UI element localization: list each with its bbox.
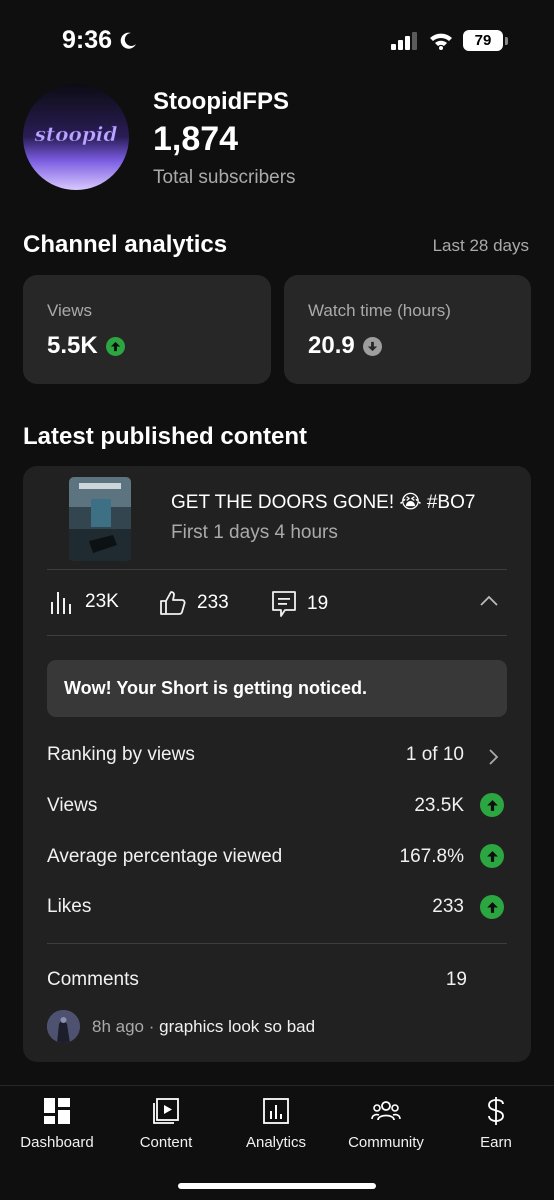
views-stat-value-row: 5.5K (47, 332, 125, 360)
channel-logo: stoopid (23, 84, 129, 190)
subscriber-label: Total subscribers (153, 167, 296, 188)
home-indicator[interactable] (178, 1183, 376, 1189)
comments-metric: 19 (271, 590, 328, 618)
clock-text: 9:36 (62, 26, 113, 54)
dashboard-icon (44, 1098, 70, 1124)
nav-label-analytics: Analytics (245, 1134, 307, 1151)
nav-item-analytics[interactable]: Analytics (221, 1096, 331, 1151)
arrow-up-icon (480, 895, 504, 919)
moon-icon (120, 32, 137, 49)
bar-chart-icon (51, 592, 71, 614)
comments-metric-value: 19 (307, 593, 329, 614)
video-thumbnail[interactable] (69, 477, 131, 561)
nav-item-dashboard[interactable]: Dashboard (2, 1096, 112, 1151)
commenter-avatar[interactable] (47, 1010, 80, 1043)
watch-time-stat-value: 20.9 (308, 332, 355, 359)
divider (47, 635, 507, 636)
likes-metric: 233 (159, 590, 229, 616)
views-stat-label: Views (47, 301, 93, 320)
views-stat-value: 5.5K (47, 332, 98, 359)
divider (47, 943, 507, 944)
comment-separator: · (148, 1017, 155, 1036)
likes-row-label: Likes (47, 896, 92, 917)
views-metric-value: 23K (85, 591, 119, 612)
comments-row-count: 19 (445, 969, 467, 990)
subscriber-count: 1,874 (153, 120, 239, 158)
comment-time: 8h ago (92, 1017, 144, 1036)
ranking-row-label[interactable]: Ranking by views (47, 744, 195, 766)
likes-metric-value: 233 (197, 592, 229, 613)
latest-content-title: Latest published content (23, 423, 308, 450)
chevron-right-icon[interactable] (487, 748, 499, 766)
latest-comment[interactable]: 8h ago · graphics look so bad (92, 1017, 315, 1037)
wifi-icon (430, 33, 452, 50)
nav-label-content: Content (139, 1134, 193, 1151)
watch-time-stat-card[interactable]: Watch time (hours) 20.9 (284, 275, 531, 384)
arrow-up-icon (480, 793, 504, 817)
channel-name: StoopidFPS (153, 88, 289, 115)
views-row-label: Views (47, 795, 98, 816)
nav-label-dashboard: Dashboard (20, 1134, 94, 1151)
nav-item-content[interactable]: Content (111, 1096, 221, 1151)
comment-icon (272, 591, 296, 617)
status-time: 9:36 (62, 26, 138, 55)
chevron-up-icon (480, 595, 498, 606)
dollar-icon (488, 1097, 504, 1125)
comments-row-label[interactable]: Comments (47, 969, 139, 991)
status-indicators: 79 (391, 30, 508, 51)
latest-content-card: GET THE DOORS GONE! 😭 #BO7 First 1 days … (23, 466, 531, 1062)
nav-item-earn[interactable]: Earn (441, 1096, 551, 1151)
nav-label-community: Community (348, 1134, 424, 1151)
watch-time-stat-value-row: 20.9 (308, 332, 382, 360)
nav-label-earn: Earn (480, 1134, 512, 1151)
avg-percentage-row-value: 167.8% (399, 846, 464, 867)
views-metric: 23K (49, 590, 119, 614)
thumbnail-image (69, 477, 131, 561)
video-title[interactable]: GET THE DOORS GONE! 😭 #BO7 (171, 491, 475, 514)
date-range-label[interactable]: Last 28 days (433, 236, 529, 256)
thumbs-up-icon (160, 591, 186, 615)
views-row-value: 23.5K (414, 795, 464, 816)
notice-text: Wow! Your Short is getting noticed. (64, 678, 367, 698)
comment-text: graphics look so bad (159, 1017, 316, 1036)
collapse-button[interactable] (479, 594, 499, 613)
trend-down-icon (362, 336, 382, 356)
nav-item-community[interactable]: Community (331, 1096, 441, 1151)
watch-time-stat-label: Watch time (hours) (308, 301, 451, 320)
cellular-signal-icon (391, 31, 417, 50)
ranking-row-value: 1 of 10 (405, 744, 464, 765)
battery-level: 79 (463, 30, 503, 51)
avatar-logo-text: stoopid (34, 122, 118, 146)
channel-avatar[interactable]: stoopid (23, 84, 129, 190)
community-icon (371, 1101, 401, 1121)
likes-row-value: 233 (432, 896, 464, 917)
trend-up-icon (105, 336, 125, 356)
analytics-icon (263, 1098, 289, 1124)
status-bar: 9:36 79 (0, 0, 554, 84)
views-stat-card[interactable]: Views 5.5K (23, 275, 271, 384)
performance-notice: Wow! Your Short is getting noticed. (47, 660, 507, 717)
analytics-title: Channel analytics (23, 231, 228, 258)
commenter-avatar-image (47, 1010, 80, 1043)
avg-percentage-row-label: Average percentage viewed (47, 846, 283, 867)
battery-tip (505, 36, 508, 45)
video-subtitle: First 1 days 4 hours (171, 522, 338, 543)
battery-indicator: 79 (463, 30, 508, 51)
content-icon (153, 1098, 179, 1124)
divider (47, 569, 507, 570)
arrow-up-icon (480, 844, 504, 868)
